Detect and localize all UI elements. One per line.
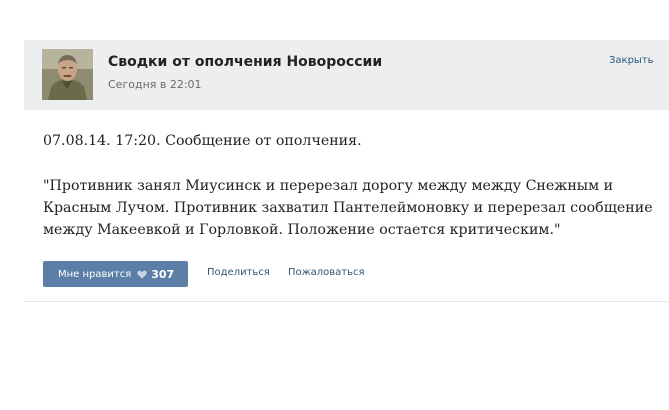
- avatar[interactable]: [42, 49, 93, 100]
- post-text-line: 07.08.14. 17:20. Сообщение от ополчения.: [43, 133, 362, 149]
- close-link[interactable]: Закрыть: [609, 55, 654, 66]
- like-count: 307: [151, 267, 175, 281]
- post-text-line: "Противник занял Миусинск и перерезал до…: [43, 178, 614, 194]
- post-text-line: между Макеевкой и Горловкой. Положение о…: [43, 222, 561, 238]
- report-link[interactable]: Пожаловаться: [288, 267, 365, 278]
- post-text: 07.08.14. 17:20. Сообщение от ополчения.…: [43, 130, 653, 241]
- avatar-photo: [42, 49, 93, 100]
- heart-icon: [137, 270, 147, 279]
- group-name[interactable]: Сводки от ополчения Новороссии: [108, 54, 382, 70]
- post-time[interactable]: Сегодня в 22:01: [108, 78, 202, 91]
- post-text-line: Красным Лучом. Противник захватил Пантел…: [43, 200, 653, 216]
- like-button[interactable]: Мне нравится 307: [43, 261, 188, 287]
- post-header: Сводки от ополчения Новороссии Сегодня в…: [24, 40, 669, 110]
- like-label: Мне нравится: [58, 268, 132, 280]
- wall-post: Сводки от ополчения Новороссии Сегодня в…: [24, 40, 669, 302]
- share-link[interactable]: Поделиться: [207, 267, 270, 278]
